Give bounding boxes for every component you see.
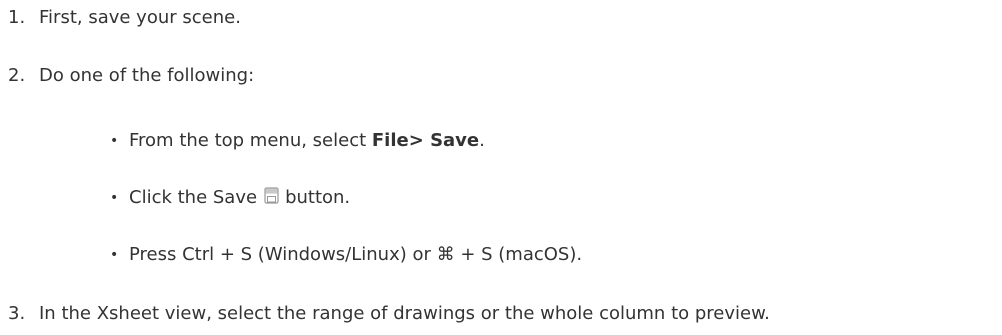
bullet-text: Click the Save <box>129 187 258 208</box>
bullet-text: Press Ctrl + S (Windows/Linux) or ⌘ + S … <box>129 244 583 265</box>
bullet-marker: • <box>110 190 119 206</box>
step-1: 1. First, save your scene. <box>8 7 241 29</box>
bullet-marker: • <box>110 247 119 263</box>
bullet-item-save-button: • Click the Save button. <box>110 187 350 210</box>
step-2: 2. Do one of the following: <box>8 65 254 87</box>
bullet-text-end: . <box>479 130 485 151</box>
step-number: 3. <box>8 303 26 324</box>
step-text: Do one of the following: <box>39 65 255 86</box>
save-icon <box>264 187 279 210</box>
step-number: 1. <box>8 7 26 28</box>
step-text: In the Xsheet view, select the range of … <box>39 303 770 324</box>
step-text: First, save your scene. <box>39 7 241 28</box>
bullet-text-end: button. <box>285 187 351 208</box>
bullet-item-menu-save: • From the top menu, select File> Save. <box>110 130 485 152</box>
menu-path: File> Save <box>371 130 480 151</box>
bullet-item-shortcut: • Press Ctrl + S (Windows/Linux) or ⌘ + S… <box>110 244 582 266</box>
bullet-text: From the top menu, select <box>129 130 372 151</box>
step-number: 2. <box>8 65 26 86</box>
step-3: 3. In the Xsheet view, select the range o… <box>8 303 770 325</box>
bullet-marker: • <box>110 133 119 149</box>
